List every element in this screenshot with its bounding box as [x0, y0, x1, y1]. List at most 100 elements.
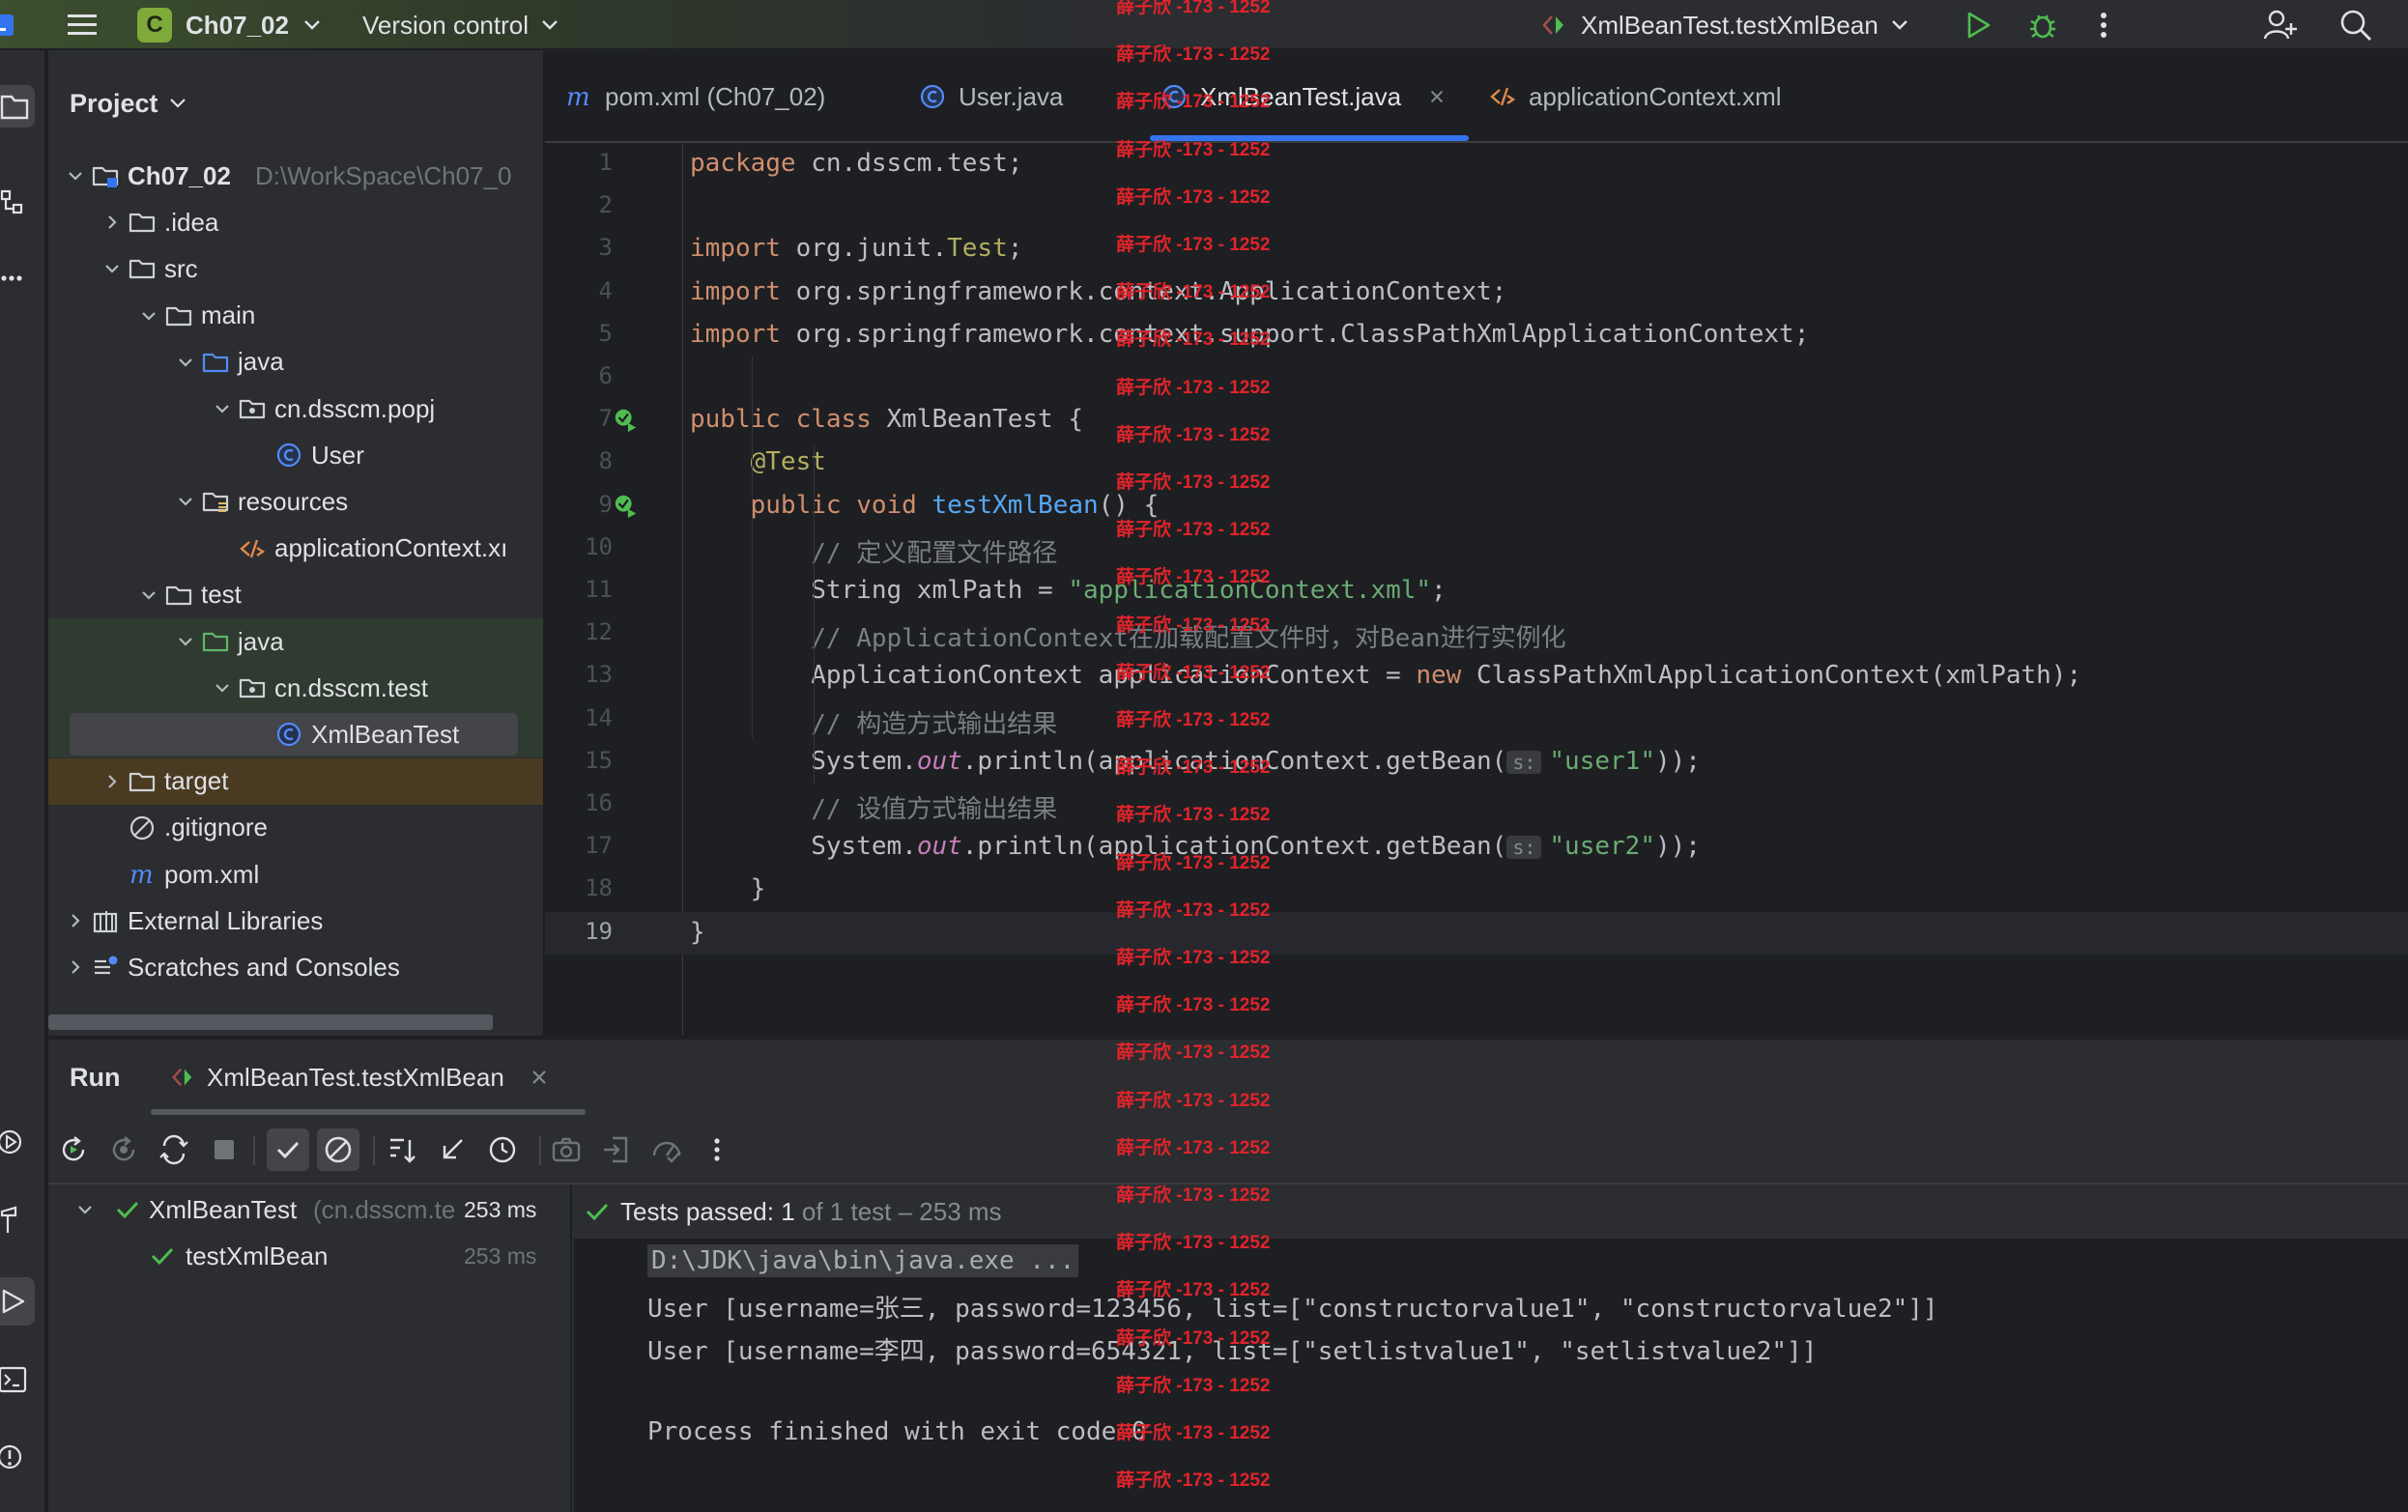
tree-item[interactable]: Ch07_02 D:\WorkSpace\Ch07_0: [48, 153, 543, 199]
debug-button[interactable]: [2027, 0, 2066, 50]
toggle-auto-test-icon[interactable]: [155, 1130, 193, 1169]
code-line[interactable]: 12 // ApplicationContext在加载配置文件时，对Bean进行…: [545, 613, 2408, 655]
chevron-right-icon[interactable]: [66, 911, 85, 930]
close-icon[interactable]: [1428, 88, 1446, 105]
tree-item[interactable]: java: [48, 339, 543, 385]
line-number[interactable]: 11: [545, 576, 613, 603]
line-number[interactable]: 18: [545, 874, 613, 901]
code-line[interactable]: 1 package cn.dsscm.test;: [545, 143, 2408, 185]
code-line[interactable]: 10 // 定义配置文件路径: [545, 528, 2408, 570]
collapse-all-icon[interactable]: [433, 1130, 472, 1169]
camera-icon[interactable]: [547, 1130, 586, 1169]
stop-icon[interactable]: [205, 1130, 244, 1169]
line-number[interactable]: 14: [545, 704, 613, 731]
code-line[interactable]: 7 public class XmlBeanTest {: [545, 399, 2408, 442]
line-number[interactable]: 17: [545, 832, 613, 859]
line-number[interactable]: 3: [545, 234, 613, 261]
run-configuration-selector[interactable]: XmlBeanTest.testXmlBean: [1540, 0, 1927, 50]
line-number[interactable]: 2: [545, 191, 613, 218]
chevron-down-icon[interactable]: [66, 166, 85, 185]
rerun-failed-icon[interactable]: [104, 1130, 143, 1169]
line-number[interactable]: 1: [545, 149, 613, 176]
services-tool-icon[interactable]: [0, 1125, 29, 1159]
more-tools-icon[interactable]: [0, 261, 29, 296]
code-line[interactable]: 17 System.out.println(applicationContext…: [545, 826, 2408, 869]
chevron-down-icon[interactable]: [176, 492, 195, 511]
problems-tool-icon[interactable]: [0, 1440, 29, 1474]
chevron-down-icon[interactable]: [102, 259, 122, 278]
editor-tab[interactable]: m pom.xml (Ch07_02): [564, 50, 825, 143]
line-number[interactable]: 4: [545, 277, 613, 304]
more-actions-icon[interactable]: [2099, 0, 2128, 50]
line-number[interactable]: 16: [545, 789, 613, 816]
code-editor[interactable]: 1 package cn.dsscm.test; 2 3 import org.juni…: [545, 50, 2408, 1036]
coverage-icon[interactable]: [647, 1130, 686, 1169]
project-switcher[interactable]: C Ch07_02: [137, 0, 330, 50]
code-line[interactable]: 15 System.out.println(applicationContext…: [545, 741, 2408, 784]
line-number[interactable]: 9: [545, 491, 613, 518]
code-line[interactable]: 13 ApplicationContext applicationContext…: [545, 655, 2408, 698]
tree-item[interactable]: java: [48, 618, 543, 665]
code-area[interactable]: 1 package cn.dsscm.test; 2 3 import org.juni…: [545, 143, 2408, 1036]
line-number[interactable]: 19: [545, 918, 613, 945]
tree-item[interactable]: User: [48, 432, 543, 478]
chevron-down-icon[interactable]: [139, 306, 158, 326]
chevron-down-icon[interactable]: [176, 353, 195, 372]
line-number[interactable]: 15: [545, 747, 613, 774]
code-line[interactable]: 6: [545, 357, 2408, 399]
close-icon[interactable]: [530, 1068, 549, 1087]
run-tool-icon[interactable]: [0, 1277, 35, 1326]
add-user-icon[interactable]: [2263, 0, 2302, 50]
show-ignored-icon[interactable]: [317, 1128, 359, 1171]
code-line[interactable]: 5 import org.springframework.context.supp…: [545, 314, 2408, 357]
chevron-down-icon[interactable]: [213, 678, 232, 698]
editor-tab[interactable]: applicationContext.xml: [1488, 50, 1782, 143]
tree-item[interactable]: resources: [48, 478, 543, 525]
tree-item[interactable]: XmlBeanTest: [48, 711, 543, 758]
code-line[interactable]: 3 import org.junit.Test;: [545, 228, 2408, 271]
code-line[interactable]: 4 import org.springframework.context.Appl…: [545, 271, 2408, 314]
rerun-icon[interactable]: [54, 1130, 93, 1169]
editor-tab[interactable]: XmlBeanTest.java: [1150, 50, 1469, 143]
chevron-down-icon[interactable]: [213, 399, 232, 418]
tree-item[interactable]: .idea: [48, 199, 543, 245]
horizontal-scrollbar[interactable]: [48, 1014, 493, 1030]
tree-item[interactable]: test: [48, 572, 543, 618]
code-line[interactable]: 14 // 构造方式输出结果: [545, 699, 2408, 741]
history-icon[interactable]: [483, 1130, 522, 1169]
tree-item[interactable]: External Libraries: [48, 898, 543, 944]
more-actions-icon[interactable]: [698, 1130, 736, 1169]
chevron-down-icon[interactable]: [139, 585, 158, 605]
search-icon[interactable]: [2338, 0, 2377, 50]
code-line[interactable]: 2: [545, 185, 2408, 228]
line-number[interactable]: 8: [545, 447, 613, 474]
main-menu-icon[interactable]: [66, 0, 104, 50]
code-line[interactable]: 19}: [545, 911, 2408, 955]
tree-item[interactable]: m pom.xml: [48, 851, 543, 898]
tree-item[interactable]: src: [48, 245, 543, 292]
run-test-gutter-icon[interactable]: [613, 407, 642, 436]
run-button[interactable]: [1964, 0, 2002, 50]
tree-item[interactable]: Scratches and Consoles: [48, 944, 543, 990]
editor-tab[interactable]: User.java: [918, 50, 1063, 143]
import-tests-icon[interactable]: [597, 1130, 636, 1169]
show-passed-icon[interactable]: [267, 1128, 309, 1171]
line-number[interactable]: 12: [545, 618, 613, 645]
line-number[interactable]: 6: [545, 362, 613, 389]
chevron-right-icon[interactable]: [66, 957, 85, 977]
build-tool-icon[interactable]: [0, 1202, 29, 1237]
run-test-gutter-icon[interactable]: [613, 493, 642, 522]
line-number[interactable]: 7: [545, 405, 613, 432]
test-row[interactable]: testXmlBean 253 ms: [48, 1233, 570, 1279]
project-tool-icon[interactable]: [0, 85, 35, 128]
tree-item[interactable]: applicationContext.xı: [48, 526, 543, 572]
code-line[interactable]: 16 // 设值方式输出结果: [545, 784, 2408, 826]
tree-item[interactable]: cn.dsscm.test: [48, 665, 543, 712]
code-line[interactable]: 9 public void testXmlBean() {: [545, 485, 2408, 528]
project-pane-header[interactable]: Project: [70, 50, 189, 157]
line-number[interactable]: 13: [545, 661, 613, 688]
version-control-menu[interactable]: Version control: [362, 0, 585, 50]
line-number[interactable]: 10: [545, 533, 613, 560]
chevron-right-icon[interactable]: [102, 213, 122, 232]
test-row[interactable]: XmlBeanTest (cn.dsscm.te 253 ms: [48, 1186, 570, 1233]
